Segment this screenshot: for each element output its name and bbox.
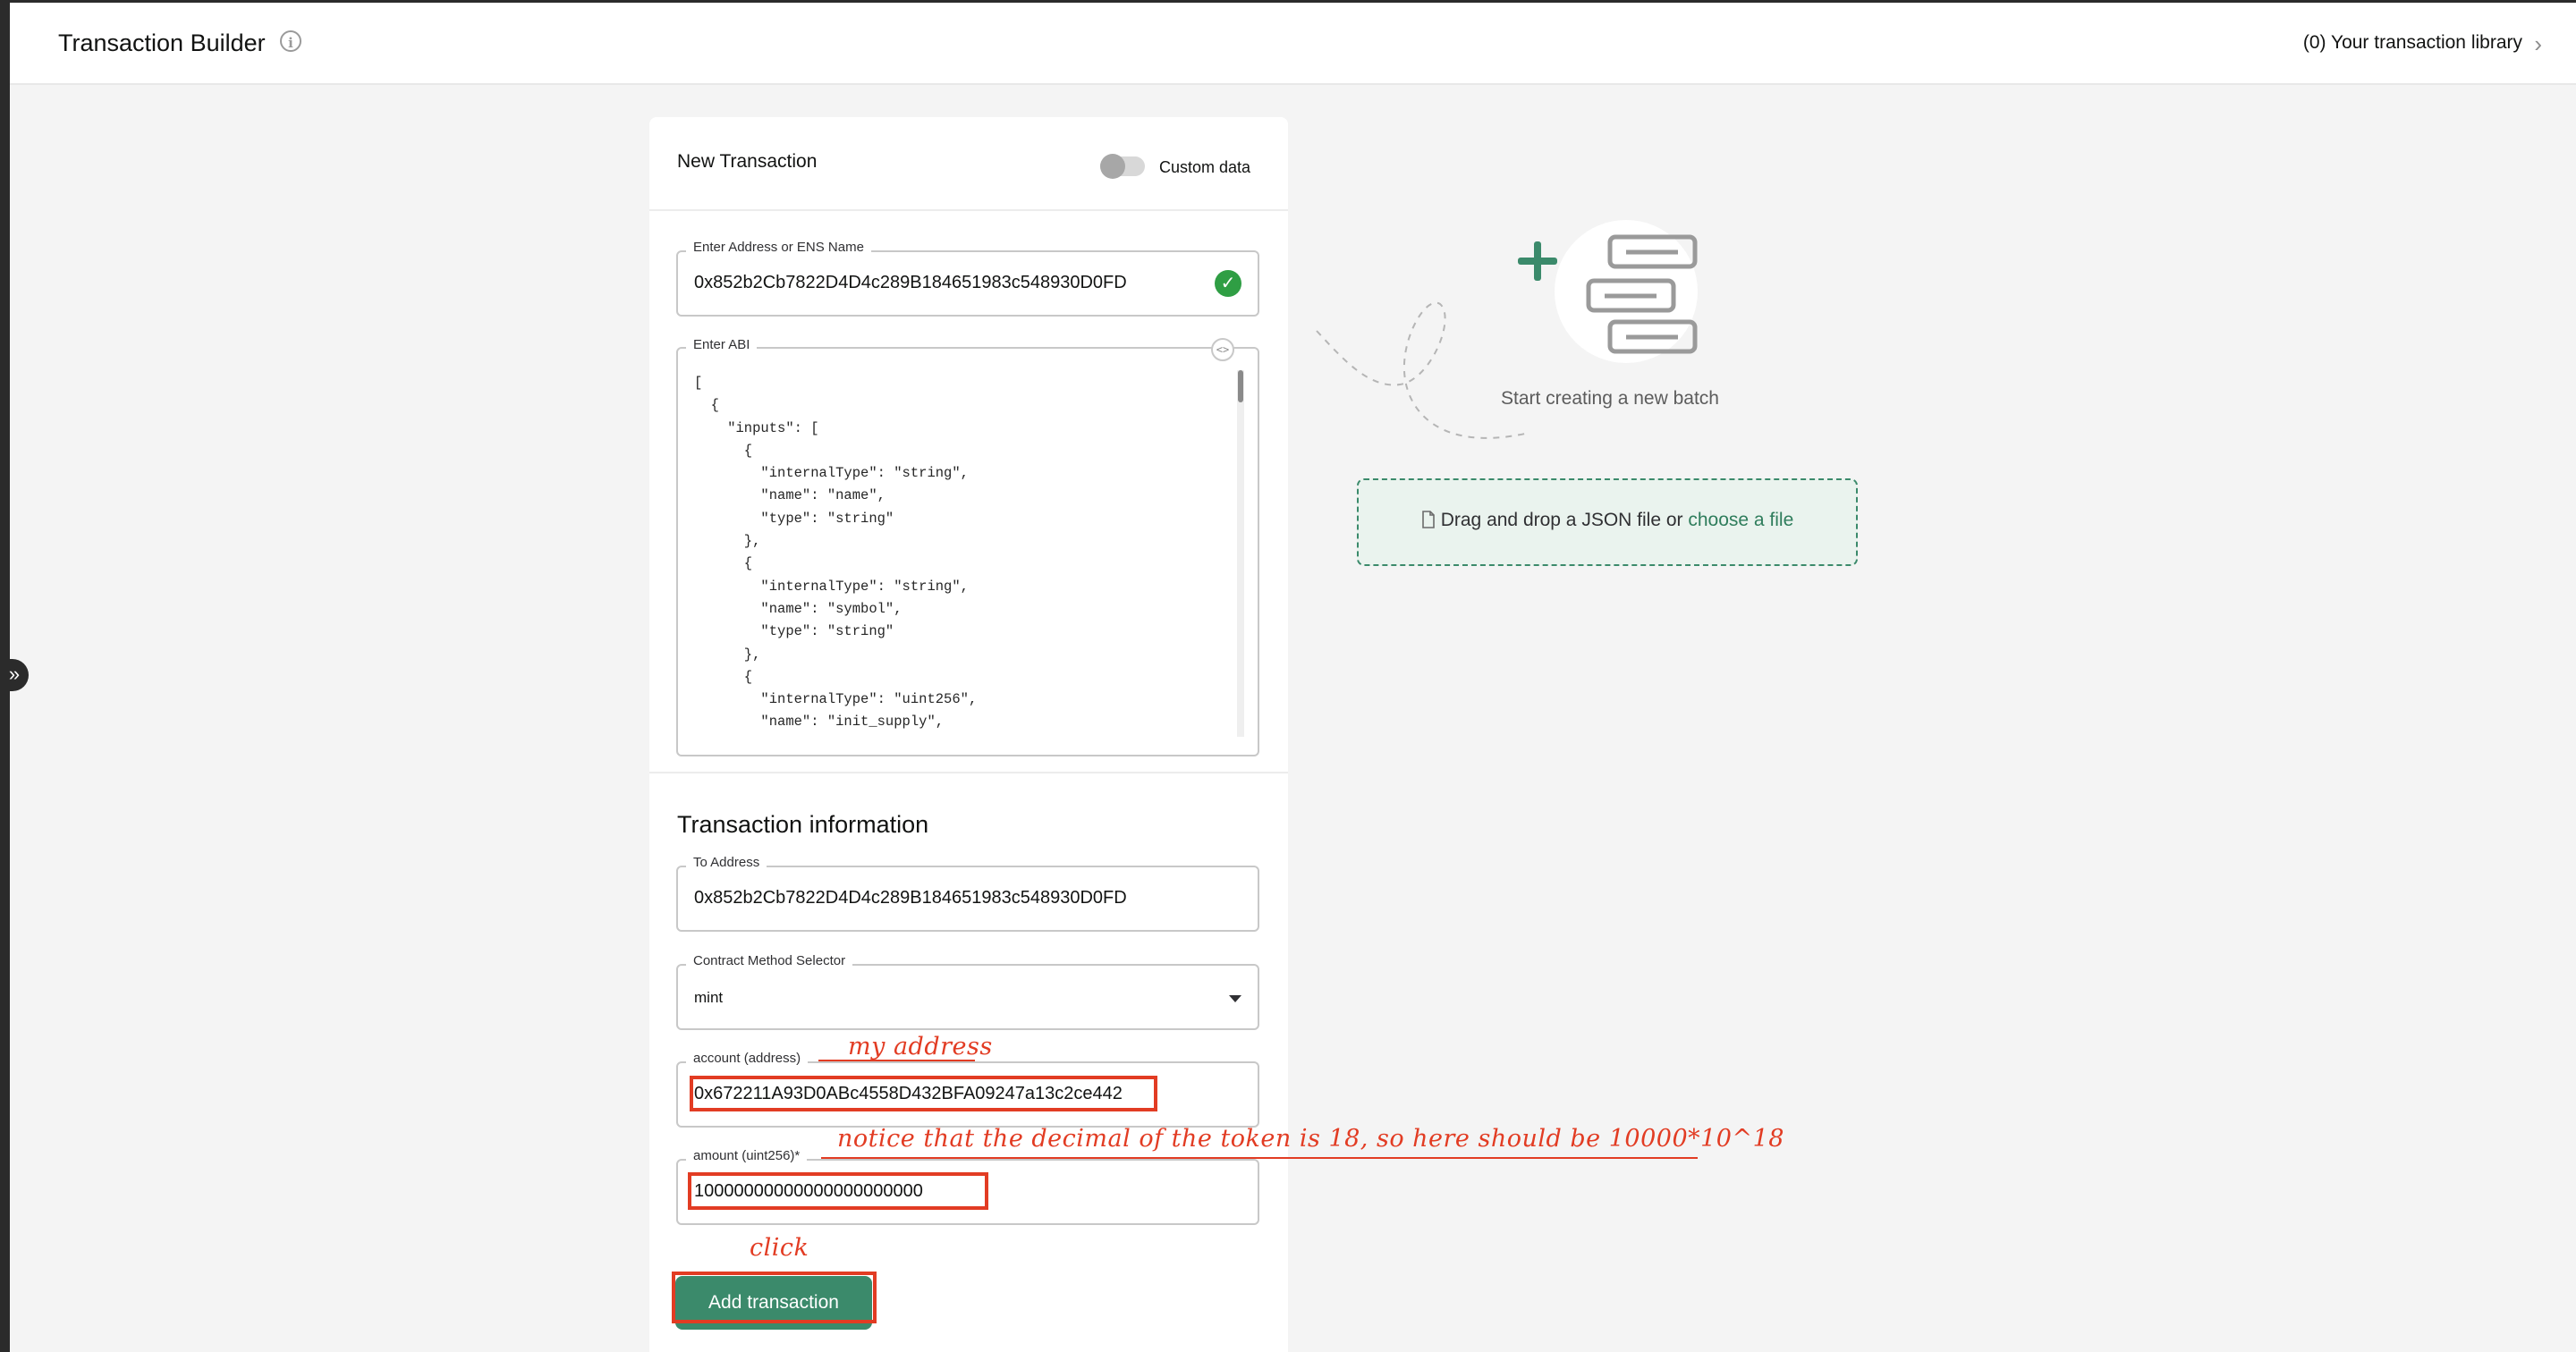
json-dropzone[interactable]: Drag and drop a JSON file or choose a fi… [1357, 478, 1858, 566]
annotation-box-account [690, 1076, 1157, 1111]
annotation-underline-amount [821, 1157, 1698, 1159]
toggle-knob [1100, 154, 1125, 179]
chevron-right-icon[interactable]: › [2534, 30, 2542, 58]
address-field[interactable]: 0x852b2Cb7822D4D4c289B184651983c548930D0… [676, 250, 1259, 317]
choose-file-link[interactable]: choose a file [1688, 510, 1793, 530]
method-selector-label: Contract Method Selector [686, 953, 853, 968]
custom-data-label: Custom data [1159, 158, 1251, 176]
empty-batch-caption: Start creating a new batch [1501, 388, 1719, 409]
sidebar-expand-button[interactable]: » [0, 659, 29, 691]
check-circle-icon: ✓ [1215, 270, 1241, 297]
info-icon[interactable]: i [280, 30, 301, 52]
annotation-click: click [750, 1234, 809, 1262]
annotation-box-amount [688, 1172, 988, 1210]
transaction-library-link[interactable]: (0) Your transaction library [2303, 32, 2522, 54]
account-address-label: account (address) [686, 1051, 809, 1066]
abi-scroll-thumb[interactable] [1238, 370, 1243, 402]
address-value[interactable]: 0x852b2Cb7822D4D4c289B184651983c548930D0… [694, 273, 1127, 293]
chevron-down-icon[interactable] [1229, 995, 1241, 1002]
dropzone-label: Drag and drop a JSON file or [1440, 510, 1683, 530]
annotation-decimal-note: notice that the decimal of the token is … [837, 1125, 1784, 1153]
annotation-my-address: my address [848, 1033, 993, 1060]
file-icon [1421, 511, 1435, 528]
to-address-value[interactable]: 0x852b2Cb7822D4D4c289B184651983c548930D0… [694, 888, 1127, 908]
card-header-divider [649, 209, 1288, 211]
abi-field-label: Enter ABI [686, 337, 758, 352]
annotation-box-button [672, 1272, 877, 1323]
address-field-label: Enter Address or ENS Name [686, 240, 871, 255]
app-header: Transaction Builder i (0) Your transacti… [10, 3, 2576, 85]
code-icon[interactable]: <> [1211, 338, 1234, 361]
method-selector[interactable]: mint [676, 964, 1259, 1030]
new-transaction-card: New Transaction Custom data 0x852b2Cb782… [649, 117, 1288, 1352]
amount-label: amount (uint256)* [686, 1148, 808, 1163]
custom-data-toggle[interactable] [1100, 154, 1145, 179]
dropzone-text-row: Drag and drop a JSON file or choose a fi… [1359, 510, 1856, 531]
abi-code-text[interactable]: [ { "inputs": [ { "internalType": "strin… [694, 372, 977, 734]
to-address-field[interactable]: 0x852b2Cb7822D4D4c289B184651983c548930D0… [676, 866, 1259, 932]
abi-scrollbar[interactable] [1237, 370, 1244, 737]
abi-field[interactable]: [ { "inputs": [ { "internalType": "strin… [676, 347, 1259, 756]
page-title: Transaction Builder [58, 30, 266, 56]
add-batch-illustration-icon [1316, 220, 1698, 439]
method-selector-value[interactable]: mint [694, 989, 723, 1007]
transaction-info-title: Transaction information [677, 811, 929, 838]
to-address-label: To Address [686, 855, 767, 870]
section-divider [649, 772, 1288, 773]
new-transaction-title: New Transaction [677, 151, 818, 172]
